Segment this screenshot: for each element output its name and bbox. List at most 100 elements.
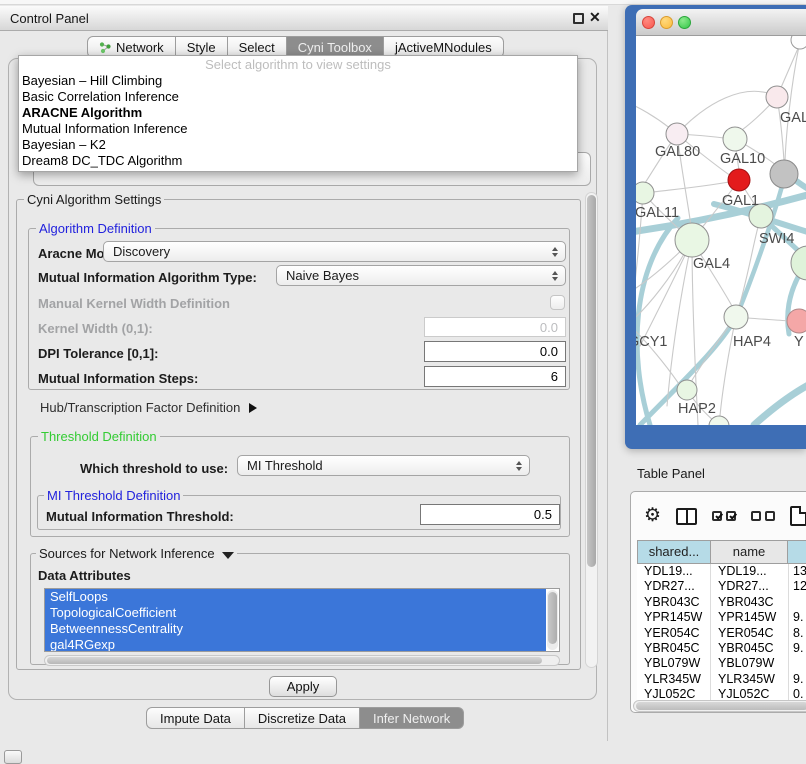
mi-algorithm-type-label: Mutual Information Algorithm Type: — [38, 270, 257, 285]
traffic-light-minimize-icon[interactable] — [660, 16, 673, 29]
columns-icon[interactable] — [676, 508, 697, 525]
mi-algorithm-type-select[interactable]: Naive Bayes — [276, 265, 566, 286]
network-icon — [99, 41, 112, 54]
control-panel-title: Control Panel — [10, 11, 89, 26]
which-threshold-select[interactable]: MI Threshold — [237, 455, 530, 476]
network-node-gal10[interactable] — [723, 127, 747, 151]
network-node[interactable] — [709, 416, 729, 425]
node-label-gal1: GAL1 — [722, 193, 759, 209]
data-attribute-item-betweennesscentrality[interactable]: BetweennessCentrality — [45, 621, 546, 637]
attributes-horizontal-scrollbar[interactable] — [44, 655, 560, 666]
network-node-gal80[interactable] — [666, 123, 688, 145]
algorithm-option-bayesian-k2[interactable]: Bayesian – K2 — [19, 137, 577, 153]
mi-steps-field[interactable] — [424, 366, 566, 387]
table-cell: YBL079W — [637, 656, 711, 671]
network-node-gal[interactable] — [766, 86, 788, 108]
network-node[interactable] — [770, 160, 798, 188]
table-cell: YDR27... — [711, 579, 789, 594]
table-row[interactable]: YPR145WYPR145W9. — [637, 610, 806, 625]
control-panel-titlebar — [0, 6, 608, 31]
scrollbar-thumb[interactable] — [47, 657, 542, 664]
network-edge[interactable] — [640, 240, 692, 346]
deselect-all-checkboxes-icon[interactable] — [751, 511, 775, 521]
table-cell — [789, 595, 806, 610]
algorithm-option-aracne-algorithm[interactable]: ARACNE Algorithm — [19, 105, 577, 121]
algorithm-option-dream8-dc-tdc-algorithm[interactable]: Dream8 DC_TDC Algorithm — [19, 153, 577, 169]
expand-right-icon[interactable] — [249, 403, 257, 413]
column-header-2[interactable] — [787, 540, 806, 564]
table-row[interactable]: YBL079WYBL079W — [637, 656, 806, 671]
column-header-name[interactable]: name — [710, 540, 788, 564]
table-header: shared...name — [637, 540, 806, 564]
scrollbar-thumb[interactable] — [587, 195, 596, 567]
column-header-shared[interactable]: shared... — [637, 540, 711, 564]
network-node-hap4[interactable] — [724, 305, 748, 329]
network-node-gal4[interactable] — [675, 223, 709, 257]
aracne-mode-select[interactable]: Discovery — [103, 241, 566, 262]
table-cell: YDL19... — [711, 564, 789, 579]
table-row[interactable]: YDL19...YDL19...13 — [637, 564, 806, 579]
node-label-gal11: GAL11 — [636, 205, 679, 221]
network-edge[interactable] — [754, 383, 806, 425]
settings-vertical-scrollbar[interactable] — [585, 192, 598, 668]
data-attributes-list[interactable]: SelfLoopsTopologicalCoefficientBetweenne… — [44, 588, 560, 652]
node-label-gal10: GAL10 — [720, 151, 765, 167]
table-row[interactable]: YDR27...YDR27...12 — [637, 579, 806, 594]
network-window-titlebar[interactable] — [636, 9, 806, 36]
select-all-checkboxes-icon[interactable] — [712, 511, 736, 521]
network-node[interactable] — [791, 36, 806, 49]
tab-label: Network — [116, 40, 164, 55]
data-attribute-item-topologicalcoefficient[interactable]: TopologicalCoefficient — [45, 605, 546, 621]
network-node-hap2[interactable] — [677, 380, 697, 400]
traffic-light-close-icon[interactable] — [642, 16, 655, 29]
manual-kernel-width-checkbox[interactable] — [550, 295, 565, 310]
data-attribute-item-gal4rgexp[interactable]: gal4RGexp — [45, 637, 546, 652]
bottom-tab-impute-data[interactable]: Impute Data — [146, 707, 245, 729]
which-threshold-label: Which threshold to use: — [80, 461, 228, 476]
bottom-tab-discretize-data[interactable]: Discretize Data — [245, 707, 360, 729]
scrollbar-thumb[interactable] — [548, 592, 557, 644]
combo-arrows-icon — [552, 271, 558, 281]
network-node[interactable] — [791, 246, 806, 280]
new-table-icon[interactable] — [790, 506, 806, 526]
apply-button[interactable]: Apply — [269, 676, 337, 697]
table-row[interactable]: YBR045CYBR045C9. — [637, 641, 806, 656]
network-node-gal11[interactable] — [636, 182, 654, 204]
gear-icon[interactable]: ⚙ — [644, 504, 661, 528]
table-row[interactable]: YBR043CYBR043C — [637, 595, 806, 610]
algorithm-option-basic-correlation-inference[interactable]: Basic Correlation Inference — [19, 89, 577, 105]
sources-group-title[interactable]: Sources for Network Inference — [36, 546, 237, 561]
table-row[interactable]: YER054CYER054C8. — [637, 626, 806, 641]
cyni-settings-group-title: Cyni Algorithm Settings — [24, 192, 164, 207]
network-node-y[interactable] — [787, 309, 806, 333]
table-cell: YPR145W — [711, 610, 789, 625]
bottom-tab-infer-network[interactable]: Infer Network — [360, 707, 464, 729]
node-label-y: Y — [794, 334, 804, 350]
table-cell: YDR27... — [637, 579, 711, 594]
which-threshold-value: MI Threshold — [247, 458, 323, 473]
collapse-down-icon[interactable] — [222, 552, 234, 559]
algorithm-option-bayesian-hill-climbing[interactable]: Bayesian – Hill Climbing — [19, 73, 577, 89]
close-icon[interactable]: ✕ — [589, 9, 601, 26]
dpi-tolerance-field[interactable] — [424, 341, 566, 362]
algorithm-dropdown: Select algorithm to view settings Bayesi… — [18, 55, 578, 172]
table-row[interactable]: YLR345WYLR345W9. — [637, 672, 806, 687]
mi-steps-label: Mutual Information Steps: — [38, 371, 198, 386]
node-label-gcy1: GCY1 — [636, 334, 668, 350]
algorithm-option-mutual-information-inference[interactable]: Mutual Information Inference — [19, 121, 577, 137]
node-label-hap4: HAP4 — [733, 334, 771, 350]
mi-threshold-field[interactable] — [420, 504, 560, 525]
table-horizontal-scrollbar[interactable] — [633, 700, 806, 712]
network-canvas[interactable]: GALGAL80GAL10GAL1GAL11SWI4GAL4GCY1HAP4YH… — [636, 36, 806, 425]
traffic-light-zoom-icon[interactable] — [678, 16, 691, 29]
hub-definition-label[interactable]: Hub/Transcription Factor Definition — [40, 400, 257, 415]
attributes-vertical-scrollbar[interactable] — [547, 590, 558, 650]
float-window-icon[interactable] — [573, 13, 584, 24]
network-edge[interactable] — [653, 180, 739, 192]
network-node-gal1[interactable] — [728, 169, 750, 191]
kernel-width-field[interactable] — [424, 317, 566, 337]
hub-definition-text: Hub/Transcription Factor Definition — [40, 400, 240, 415]
table-toolbar: ⚙ — [644, 503, 806, 529]
scrollbar-thumb[interactable] — [636, 702, 806, 710]
data-attribute-item-selfloops[interactable]: SelfLoops — [45, 589, 546, 605]
